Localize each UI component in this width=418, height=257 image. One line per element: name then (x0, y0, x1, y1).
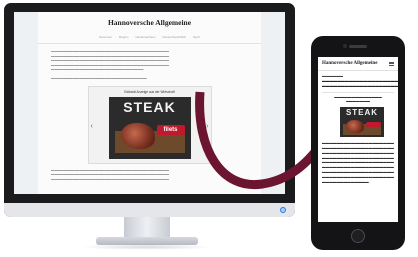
blurred-text-line: ▬▬▬▬▬▬▬▬▬▬▬▬▬▬▬▬▬▬▬▬ (322, 174, 394, 179)
steak-meat (346, 120, 364, 134)
mobile-article: ▬▬▬▬▬▬ ▬▬▬▬▬▬▬▬▬▬▬▬▬▬▬▬▬▬▬▬ ▬▬▬▬▬▬▬▬▬▬▬▬… (318, 71, 398, 184)
steak-meat (120, 122, 155, 149)
power-icon (280, 207, 286, 213)
blurred-text-line: ▬▬▬▬▬▬▬ (346, 99, 370, 104)
monitor-chin (4, 203, 295, 217)
blurred-text-line: ▬▬▬▬▬▬ (322, 74, 343, 78)
phone-screen: Hannoversche Allgemeine ▬▬▬▬▬▬ ▬▬▬▬▬▬▬▬▬… (318, 57, 398, 222)
steak-ad-image[interactable]: STEAK (340, 107, 384, 138)
blurred-text-line: ▬▬▬▬▬▬▬▬▬▬▬▬▬ (322, 179, 369, 184)
blurred-text-line: ▬▬▬▬▬▬▬▬▬▬▬▬▬▬▬▬▬▬▬▬ (322, 83, 398, 88)
chevron-right-icon[interactable]: › (206, 123, 208, 130)
steak-headline: STEAK (123, 98, 176, 115)
mobile-logo: Hannoversche Allgemeine (322, 61, 378, 66)
desktop-header: Hannoversche Allgemeine Hannover Region … (38, 12, 261, 44)
blurred-text-line: ▬▬▬▬▬▬▬▬▬▬▬▬▬▬▬▬▬▬▬▬▬▬▬▬▬▬▬▬▬▬▬▬▬▬▬▬▬ (51, 176, 169, 181)
nav-item[interactable]: Deutschland/Welt (162, 35, 185, 39)
blurred-text-line: ▬▬▬▬▬▬▬▬▬▬▬▬▬▬▬▬▬▬▬▬ (322, 150, 394, 155)
menu-icon[interactable] (389, 61, 394, 66)
desktop-ad-carousel[interactable]: Editorial Anzeige aus der Wirtschaft ‹ ›… (87, 85, 212, 164)
steak-ad-image[interactable]: STEAK filets (108, 96, 191, 159)
chevron-left-icon[interactable]: ‹ (91, 123, 93, 130)
filets-tag: filets (156, 124, 185, 135)
desktop-monitor: Hannoversche Allgemeine Hannover Region … (4, 3, 295, 217)
desktop-nav: Hannover Region Niedersachsen Deutschlan… (38, 35, 261, 39)
smartphone: Hannoversche Allgemeine ▬▬▬▬▬▬ ▬▬▬▬▬▬▬▬▬… (311, 36, 405, 250)
mobile-article-text: ▬▬▬▬▬▬▬▬▬▬▬▬▬▬▬▬▬▬▬▬ ▬▬▬▬▬▬▬▬▬▬▬▬▬▬▬▬▬▬▬… (322, 141, 394, 184)
nav-item[interactable]: Region (119, 35, 129, 39)
blurred-text-line: ▬▬▬▬▬▬▬▬▬▬▬▬▬▬▬▬▬▬▬▬ (322, 79, 398, 83)
nav-item[interactable]: Hannover (99, 35, 112, 39)
home-button[interactable] (351, 229, 365, 243)
mobile-header: Hannoversche Allgemeine (318, 57, 398, 71)
desktop-screen: Hannoversche Allgemeine Hannover Region … (14, 12, 285, 194)
nav-item[interactable]: Niedersachsen (135, 35, 155, 39)
filets-tag (366, 122, 381, 128)
desktop-webpage: Hannoversche Allgemeine Hannover Region … (38, 12, 261, 194)
monitor-stand-neck (124, 217, 170, 239)
speaker-icon (349, 45, 367, 48)
steak-headline: STEAK (345, 108, 379, 118)
mobile-ad[interactable]: ▬▬▬▬▬▬▬▬▬▬▬▬▬▬ ▬▬▬▬▬▬▬ STEAK (322, 92, 394, 138)
ad-title: Editorial Anzeige aus der Wirtschaft (124, 89, 175, 94)
desktop-logo: Hannoversche Allgemeine (107, 18, 192, 27)
desktop-article: ▬▬▬▬▬▬▬▬▬▬▬▬▬▬▬▬▬▬▬▬▬▬▬▬▬▬▬▬▬▬▬▬▬▬▬▬▬ ▬▬… (38, 44, 261, 181)
monitor-shadow (80, 244, 214, 250)
blurred-text-line: ▬▬▬▬▬▬▬▬▬▬▬▬▬▬▬▬▬▬▬▬▬▬▬▬▬▬▬▬▬▬ (51, 75, 147, 80)
nav-item[interactable]: Sport (193, 35, 200, 39)
camera-icon (343, 44, 347, 48)
